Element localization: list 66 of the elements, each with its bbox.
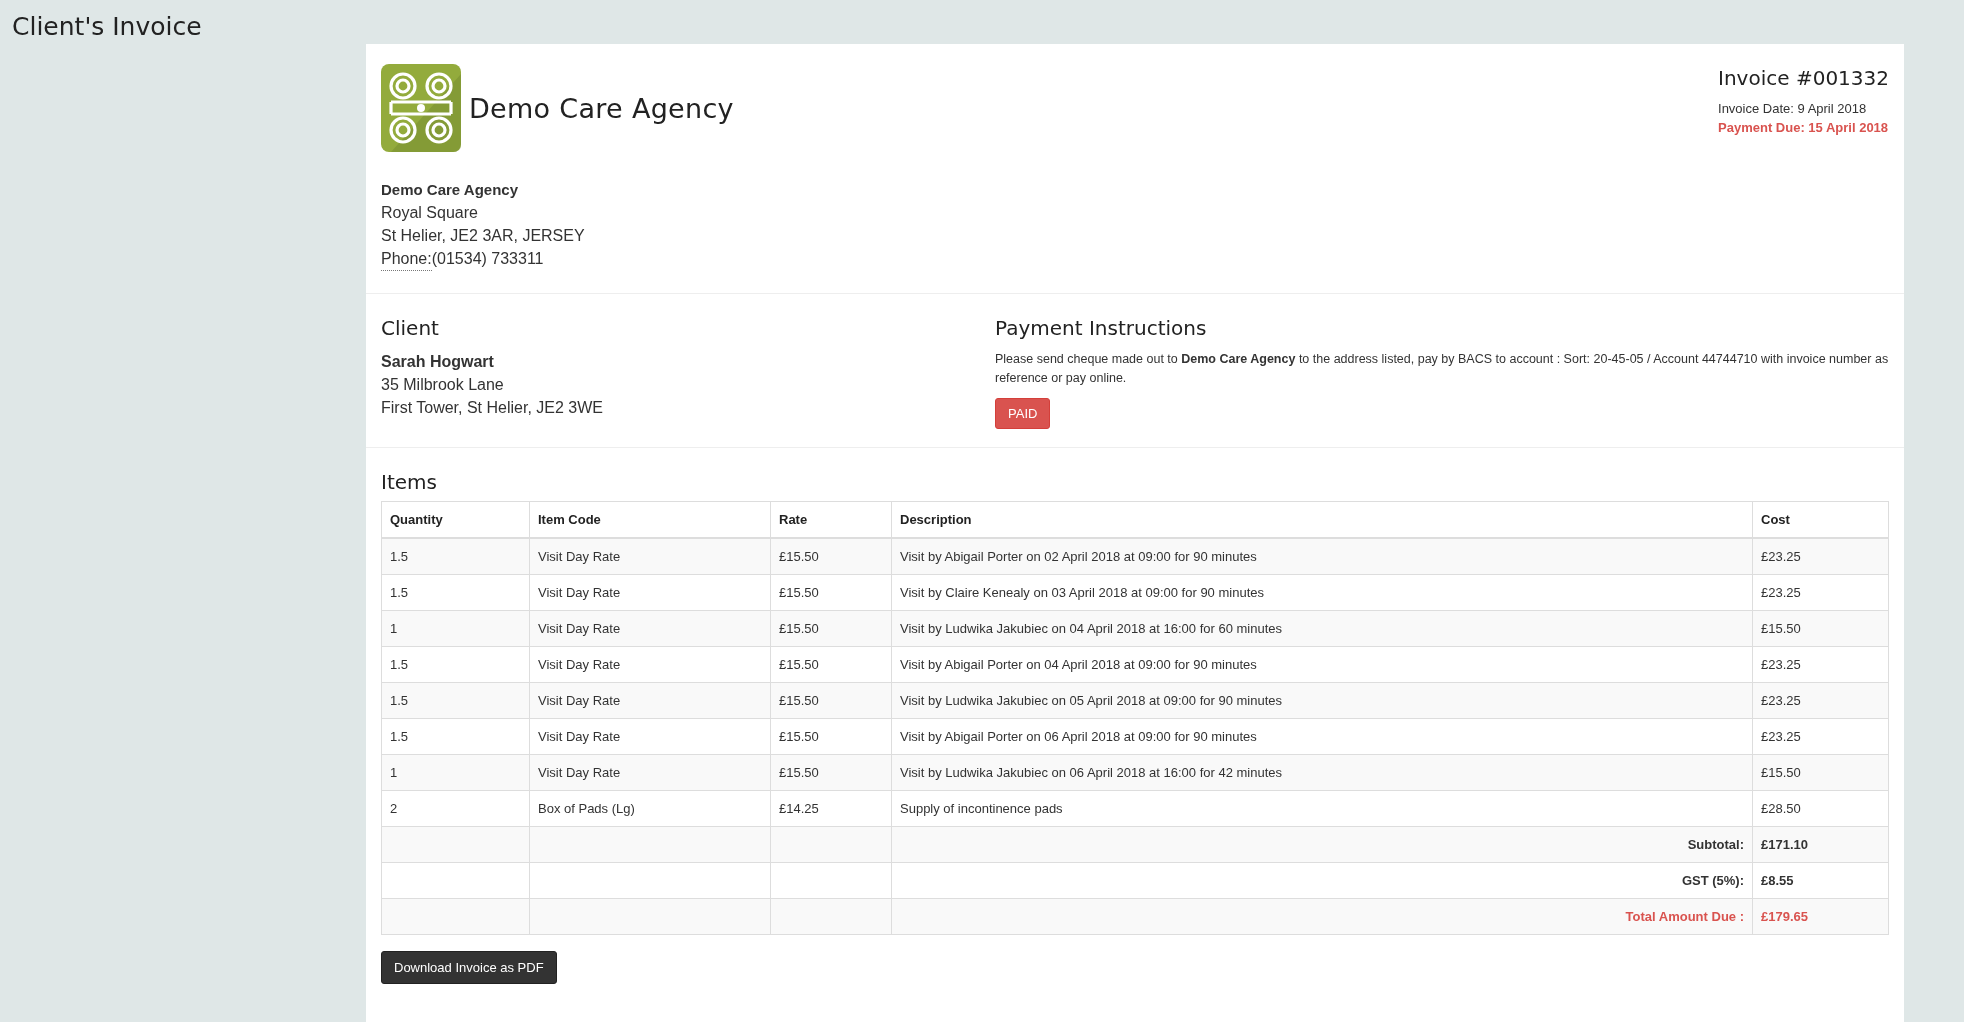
invoice-number: Invoice #001332 — [1718, 66, 1889, 90]
download-pdf-button[interactable]: Download Invoice as PDF — [381, 951, 557, 984]
address-line: St Helier, JE2 3AR, JERSEY — [381, 226, 586, 246]
page-title: Client's Invoice — [11, 11, 203, 43]
table-cell: Visit by Ludwika Jakubiec on 06 April 2018 at 16:00 for 42 minutes — [891, 754, 1753, 791]
table-cell: £15.50 — [1752, 610, 1889, 647]
table-cell: £23.25 — [1752, 682, 1889, 719]
table-cell: Visit by Ludwika Jakubiec on 04 April 2018 at 16:00 for 60 minutes — [891, 610, 1753, 647]
total-value: £179.65 — [1752, 898, 1889, 935]
table-cell: £15.50 — [770, 682, 892, 719]
table-cell: £14.25 — [770, 790, 892, 827]
address-line: First Tower, St Helier, JE2 3WE — [381, 398, 604, 418]
table-cell: Visit by Abigail Porter on 02 April 2018 at 09:00 for 90 minutes — [891, 538, 1753, 575]
spiral-logo-icon — [381, 64, 461, 152]
address-line: Royal Square — [381, 203, 479, 223]
table-cell: £15.50 — [1752, 754, 1889, 791]
total-label: Subtotal: — [891, 826, 1753, 863]
invoice-date: Invoice Date: 9 April 2018 — [1718, 100, 1868, 118]
phone-number: (01534) 733311 — [431, 249, 544, 269]
section-heading: Client — [381, 316, 440, 340]
paid-status-button[interactable]: PAID — [995, 398, 1051, 429]
table-cell: £15.50 — [770, 754, 892, 791]
address-line: 35 Milbrook Lane — [381, 375, 505, 395]
total-value: £8.55 — [1752, 862, 1889, 899]
section-heading: Items — [381, 470, 438, 494]
table-cell: Supply of incontinence pads — [891, 790, 1753, 827]
table-cell: Visit Day Rate — [529, 646, 771, 683]
table-cell: £23.25 — [1752, 538, 1889, 575]
table-cell: 1.5 — [381, 718, 530, 755]
table-cell: 1 — [381, 610, 530, 647]
table-cell: £23.25 — [1752, 574, 1889, 611]
table-cell: Box of Pads (Lg) — [529, 790, 771, 827]
table-cell: 1.5 — [381, 574, 530, 611]
table-cell: Visit by Abigail Porter on 06 April 2018 at 09:00 for 90 minutes — [891, 718, 1753, 755]
table-cell: 2 — [381, 790, 530, 827]
agency-name: Demo Care Agency — [381, 180, 519, 200]
table-cell: Visit by Abigail Porter on 04 April 2018 at 09:00 for 90 minutes — [891, 646, 1753, 683]
section-heading: Payment Instructions — [995, 316, 1208, 340]
table-cell: Visit by Claire Kenealy on 03 April 2018 at 09:00 for 90 minutes — [891, 574, 1753, 611]
table-cell: £15.50 — [770, 574, 892, 611]
payment-due-date: Payment Due: 15 April 2018 — [1718, 119, 1889, 137]
agency-name: Demo Care Agency — [469, 92, 734, 124]
total-label: GST (5%): — [891, 862, 1753, 899]
table-cell: Visit Day Rate — [529, 610, 771, 647]
table-cell: £15.50 — [770, 610, 892, 647]
table-cell: £23.25 — [1752, 646, 1889, 683]
client-name: Sarah Hogwart — [381, 352, 495, 372]
table-cell: Visit Day Rate — [529, 754, 771, 791]
table-cell: 1.5 — [381, 538, 530, 575]
total-value: £171.10 — [1752, 826, 1889, 863]
table-cell: 1.5 — [381, 646, 530, 683]
table-cell: 1.5 — [381, 682, 530, 719]
payment-instructions-text: Please send cheque made out to Demo Care Agency to the address listed, pay by BACS to account : Sort: 20-45-05 / Account 44744710 with invoice number as reference or pay online. — [995, 351, 1889, 387]
table-cell: Visit Day Rate — [529, 538, 771, 575]
total-label: Total Amount Due : — [891, 898, 1753, 935]
table-cell: £15.50 — [770, 646, 892, 683]
table-cell: 1 — [381, 754, 530, 791]
table-cell: Visit Day Rate — [529, 574, 771, 611]
phone-label: Phone: — [381, 247, 432, 271]
table-cell: Visit Day Rate — [529, 718, 771, 755]
table-cell: Visit Day Rate — [529, 682, 771, 719]
table-cell: £28.50 — [1752, 790, 1889, 827]
table-cell: £15.50 — [770, 718, 892, 755]
table-cell: Visit by Ludwika Jakubiec on 05 April 2018 at 09:00 for 90 minutes — [891, 682, 1753, 719]
table-cell: £15.50 — [770, 538, 892, 575]
table-cell: £23.25 — [1752, 718, 1889, 755]
